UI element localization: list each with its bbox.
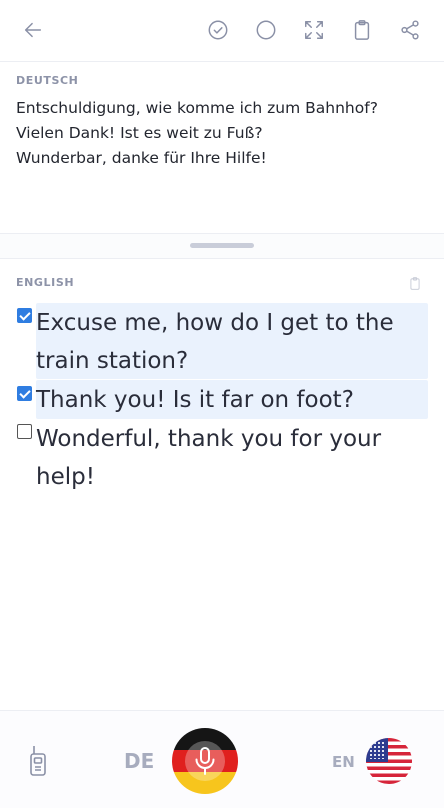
microphone-icon (195, 747, 215, 775)
target-language-label: ENGLISH (16, 276, 75, 289)
bottom-bar: DE EN (0, 710, 444, 808)
translated-sentence[interactable]: Thank you! Is it far on foot? (36, 381, 416, 419)
sentence-line: help! (36, 464, 95, 490)
sentence-checkbox[interactable] (17, 424, 32, 439)
copy-translation-button[interactable] (408, 276, 424, 292)
back-button[interactable] (18, 15, 48, 45)
deselect-button[interactable] (251, 15, 281, 45)
sentence-checkbox[interactable] (17, 386, 32, 401)
source-language-label: DEUTSCH (16, 74, 79, 87)
translated-sentence[interactable]: Excuse me, how do I get to the train sta… (36, 304, 416, 380)
flag-canton (366, 738, 388, 762)
source-line: Wunderbar, danke für Ihre Hilfe! (16, 149, 267, 167)
copy-button[interactable] (347, 15, 377, 45)
sentence-checkbox[interactable] (17, 308, 32, 323)
check-circle-icon (208, 20, 228, 40)
sentence-line: train station? (36, 348, 189, 374)
sentence-line: Excuse me, how do I get to the (36, 310, 394, 336)
drag-handle[interactable] (190, 243, 254, 248)
usa-flag-button[interactable] (366, 738, 412, 784)
translated-sentence[interactable]: Wonderful, thank you for your help! (36, 420, 416, 496)
fullscreen-icon (305, 21, 323, 39)
mic-button[interactable] (172, 728, 238, 794)
target-language-code[interactable]: EN (332, 753, 355, 771)
clipboard-icon (354, 20, 370, 40)
source-language-code[interactable]: DE (124, 749, 154, 773)
conversation-mode-button[interactable] (28, 745, 48, 777)
circle-icon (256, 20, 276, 40)
walkie-talkie-icon (30, 746, 46, 776)
panel-divider (0, 233, 444, 259)
target-panel: ENGLISH Excuse me, how do I get to the t… (0, 260, 444, 710)
source-line: Entschuldigung, wie komme ich zum Bahnho… (16, 99, 378, 117)
share-button[interactable] (395, 15, 425, 45)
source-text[interactable]: Entschuldigung, wie komme ich zum Bahnho… (16, 96, 426, 171)
source-panel: DEUTSCH Entschuldigung, wie komme ich zu… (0, 62, 444, 234)
share-icon (401, 20, 419, 40)
toolbar (0, 0, 444, 62)
fullscreen-button[interactable] (299, 15, 329, 45)
select-all-button[interactable] (203, 15, 233, 45)
sentence-line: Thank you! Is it far on foot? (36, 387, 354, 413)
source-line: Vielen Dank! Ist es weit zu Fuß? (16, 124, 263, 142)
arrow-left-icon (24, 22, 42, 38)
clipboard-icon (410, 277, 420, 290)
sentence-line: Wonderful, thank you for your (36, 426, 382, 452)
